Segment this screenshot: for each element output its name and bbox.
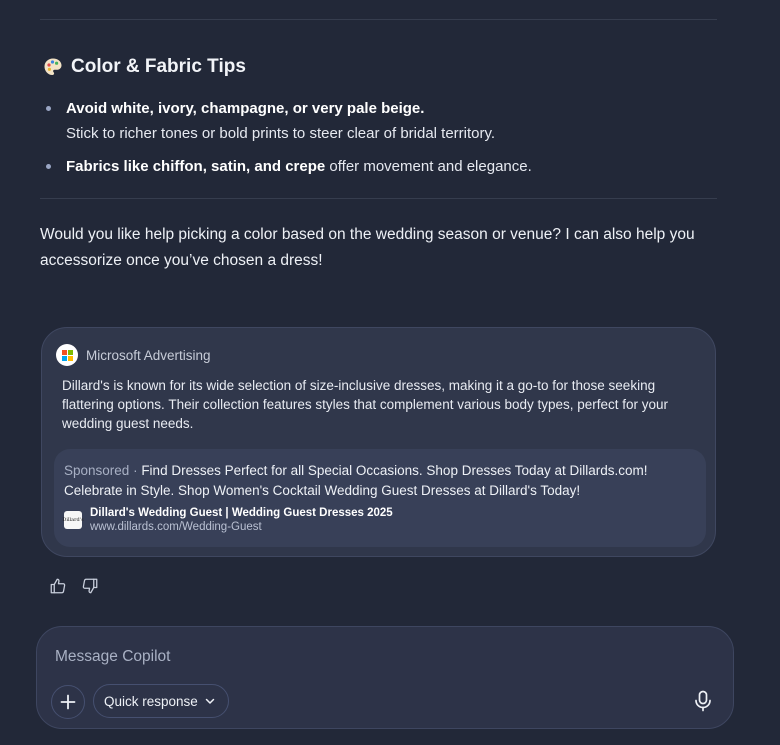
ad-link-title[interactable]: Dillard's Wedding Guest | Wedding Guest … <box>90 506 393 520</box>
ad-link[interactable]: Dillard's Dillard's Wedding Guest | Wedd… <box>62 506 393 534</box>
list-item: Avoid white, ivory, champagne, or very p… <box>44 96 704 146</box>
message-input[interactable] <box>55 645 695 669</box>
section-title: Color & Fabric Tips <box>71 56 246 77</box>
closing-message: Would you like help picking a color base… <box>40 226 695 269</box>
palette-icon <box>44 58 62 75</box>
microphone-button[interactable] <box>689 687 717 715</box>
tip-bold-text: Fabrics like chiffon, satin, and crepe <box>66 158 326 175</box>
thumbs-down-button[interactable] <box>80 576 100 596</box>
message-composer: Quick response <box>36 626 734 729</box>
sponsored-text: Sponsored · Find Dresses Perfect for all… <box>64 463 648 498</box>
section-heading: Color & Fabric Tips <box>43 56 246 78</box>
ad-source: Microsoft Advertising <box>86 347 211 363</box>
ad-description: Dillard's is known for its wide selectio… <box>62 378 669 431</box>
quick-response-dropdown[interactable]: Quick response <box>93 684 229 718</box>
chevron-down-icon <box>205 698 215 704</box>
ad-header: Microsoft Advertising <box>56 344 211 366</box>
sponsored-link-card[interactable]: Sponsored · Find Dresses Perfect for all… <box>54 449 706 547</box>
thumbs-down-icon <box>82 578 98 594</box>
quick-response-label: Quick response <box>104 693 198 709</box>
microsoft-logo-icon <box>56 344 78 366</box>
tip-bold-text: Avoid white, ivory, champagne, or very p… <box>66 100 425 117</box>
ad-link-url[interactable]: www.dillards.com/Wedding-Guest <box>90 520 393 534</box>
ad-card: Microsoft Advertising Dillard's is known… <box>41 327 716 557</box>
microphone-icon <box>695 690 711 712</box>
add-attachment-button[interactable] <box>51 685 85 719</box>
top-divider <box>40 19 717 20</box>
tip-text: offer movement and elegance. <box>325 158 532 175</box>
list-item: Fabrics like chiffon, satin, and crepe o… <box>44 154 704 179</box>
plus-icon <box>60 694 76 710</box>
tip-text: Stick to richer tones or bold prints to … <box>66 125 496 142</box>
middle-divider <box>40 198 717 199</box>
sponsored-copy: Find Dresses Perfect for all Special Occ… <box>64 463 648 498</box>
tips-list: Avoid white, ivory, champagne, or very p… <box>44 96 704 187</box>
thumbs-up-icon <box>50 578 66 594</box>
sponsored-label: Sponsored <box>64 463 130 478</box>
dillards-favicon-icon: Dillard's <box>62 511 84 529</box>
feedback-bar <box>48 576 100 596</box>
thumbs-up-button[interactable] <box>48 576 68 596</box>
